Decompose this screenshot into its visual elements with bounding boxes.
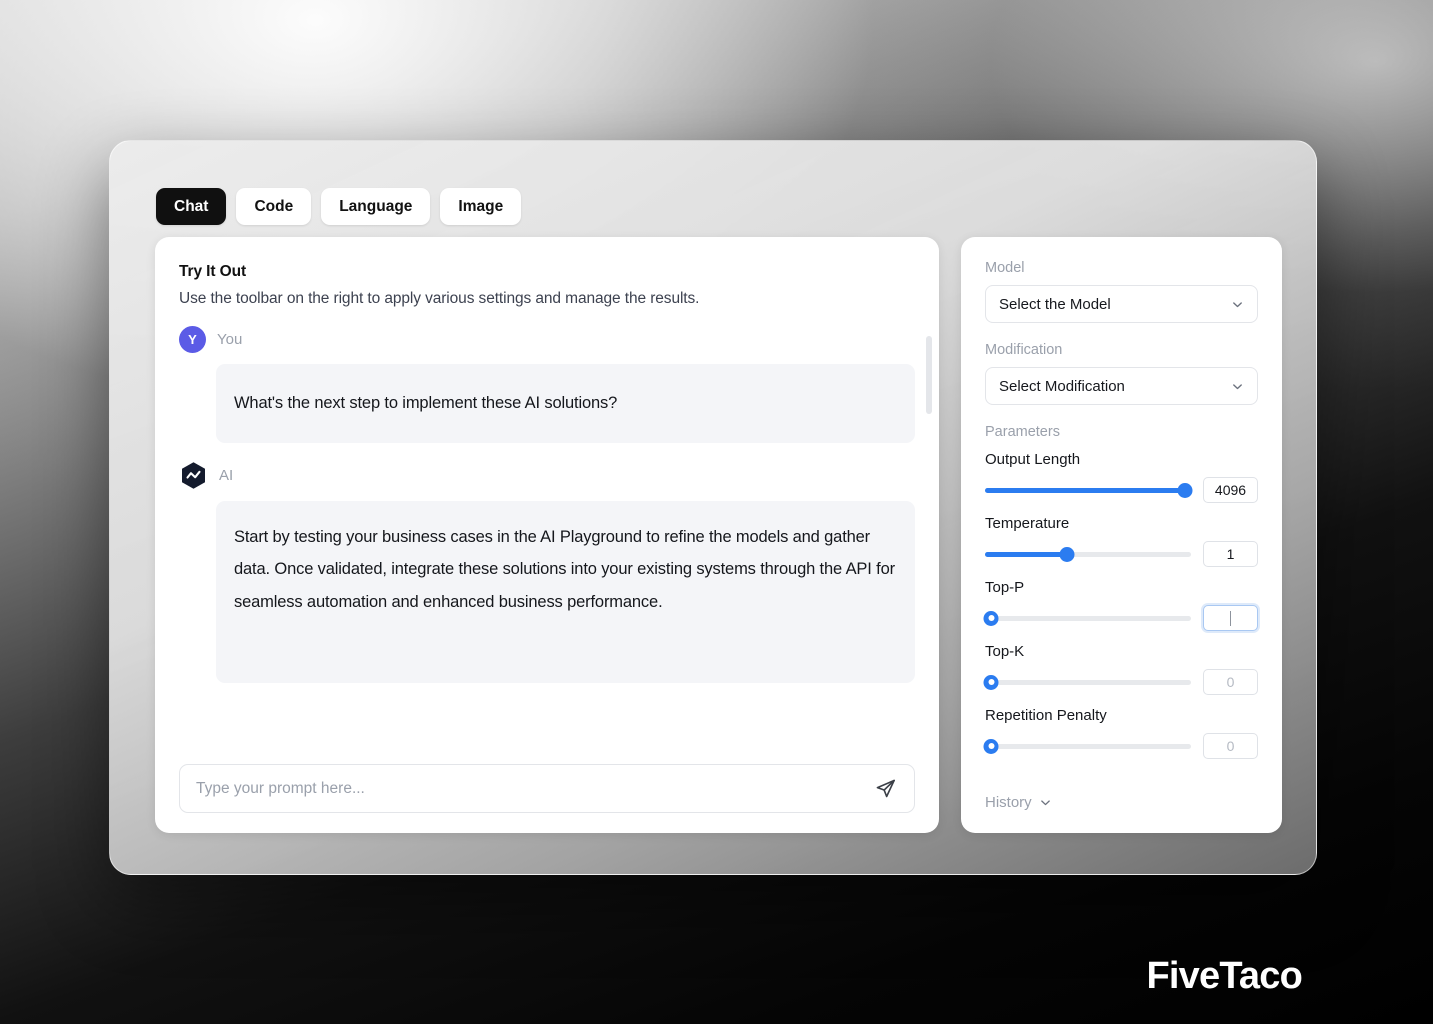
tab-chat[interactable]: Chat (156, 188, 227, 225)
slider-thumb-repetition-penalty[interactable] (983, 738, 999, 754)
param-row-top-p (983, 605, 1258, 631)
param-label-repetition-penalty: Repetition Penalty (985, 707, 1107, 724)
param-label-temperature: Temperature (985, 515, 1070, 532)
modification-select-value: Select Modification (999, 377, 1125, 395)
history-label: History (985, 794, 1032, 811)
slider-thumb-output-length[interactable] (1177, 482, 1193, 498)
prompt-input[interactable] (196, 779, 870, 798)
model-label: Model (985, 260, 1025, 276)
model-select-value: Select the Model (999, 295, 1111, 313)
value-output-length[interactable]: 4096 (1203, 477, 1258, 503)
message-header-user: Y You (179, 324, 915, 354)
param-label-output-length: Output Length (985, 451, 1081, 468)
page-subtitle: Use the toolbar on the right to apply va… (179, 290, 700, 307)
value-temperature[interactable]: 1 (1203, 541, 1258, 567)
parameters-label: Parameters (985, 424, 1060, 440)
chevron-down-icon (1039, 796, 1052, 809)
ai-hexagon-icon (179, 461, 208, 490)
tab-bar: Chat Code Language Image (156, 188, 522, 225)
param-label-top-p: Top-P (985, 579, 1025, 596)
history-toggle[interactable]: History (985, 794, 1052, 811)
prompt-composer[interactable] (179, 764, 915, 813)
thread-scrollbar[interactable] (926, 336, 932, 716)
param-label-top-k: Top-K (985, 643, 1025, 660)
brand-logo: FiveTaco (1146, 955, 1302, 997)
send-button[interactable] (870, 774, 900, 804)
chat-panel: Try It Out Use the toolbar on the right … (155, 237, 939, 833)
send-paper-plane-icon (876, 779, 895, 798)
chevron-down-icon (1231, 298, 1244, 311)
chevron-down-icon (1231, 380, 1244, 393)
param-row-top-k: 0 (983, 669, 1258, 695)
slider-thumb-top-p[interactable] (983, 610, 999, 626)
slider-temperature[interactable] (985, 546, 1191, 562)
message-bubble-user: What's the next step to implement these … (216, 364, 915, 443)
message-thread[interactable]: Y You What's the next step to implement … (155, 324, 939, 736)
value-top-k[interactable]: 0 (1203, 669, 1258, 695)
param-row-temperature: 1 (985, 541, 1258, 567)
slider-output-length[interactable] (985, 482, 1193, 498)
app-window: Chat Code Language Image Try It Out Use … (109, 140, 1317, 875)
param-row-output-length: 4096 (985, 477, 1258, 503)
chat-header: Try It Out Use the toolbar on the right … (155, 237, 939, 308)
modification-label: Modification (985, 342, 1063, 358)
slider-thumb-top-k[interactable] (983, 674, 999, 690)
modification-select[interactable]: Select Modification (985, 367, 1258, 405)
slider-top-p[interactable] (983, 610, 1191, 626)
text-caret (1230, 610, 1231, 626)
tab-language[interactable]: Language (321, 188, 431, 225)
message-header-ai: AI (179, 461, 915, 491)
avatar-user: Y (179, 325, 206, 353)
settings-panel: Model Select the Model Modification Sele… (961, 237, 1282, 833)
scrollbar-thumb[interactable] (926, 336, 932, 414)
model-select[interactable]: Select the Model (985, 285, 1258, 323)
page-title: Try It Out (179, 263, 247, 280)
message-bubble-ai: Start by testing your business cases in … (216, 500, 915, 683)
value-repetition-penalty[interactable]: 0 (1203, 733, 1258, 759)
tab-code[interactable]: Code (236, 188, 312, 225)
slider-thumb-temperature[interactable] (1059, 546, 1075, 562)
message-author-ai: AI (219, 467, 234, 485)
slider-repetition-penalty[interactable] (983, 738, 1191, 754)
tab-image[interactable]: Image (440, 188, 522, 225)
slider-top-k[interactable] (983, 674, 1191, 690)
param-row-repetition-penalty: 0 (983, 733, 1258, 759)
message-author-user: You (217, 330, 243, 348)
value-top-p[interactable] (1203, 605, 1258, 631)
